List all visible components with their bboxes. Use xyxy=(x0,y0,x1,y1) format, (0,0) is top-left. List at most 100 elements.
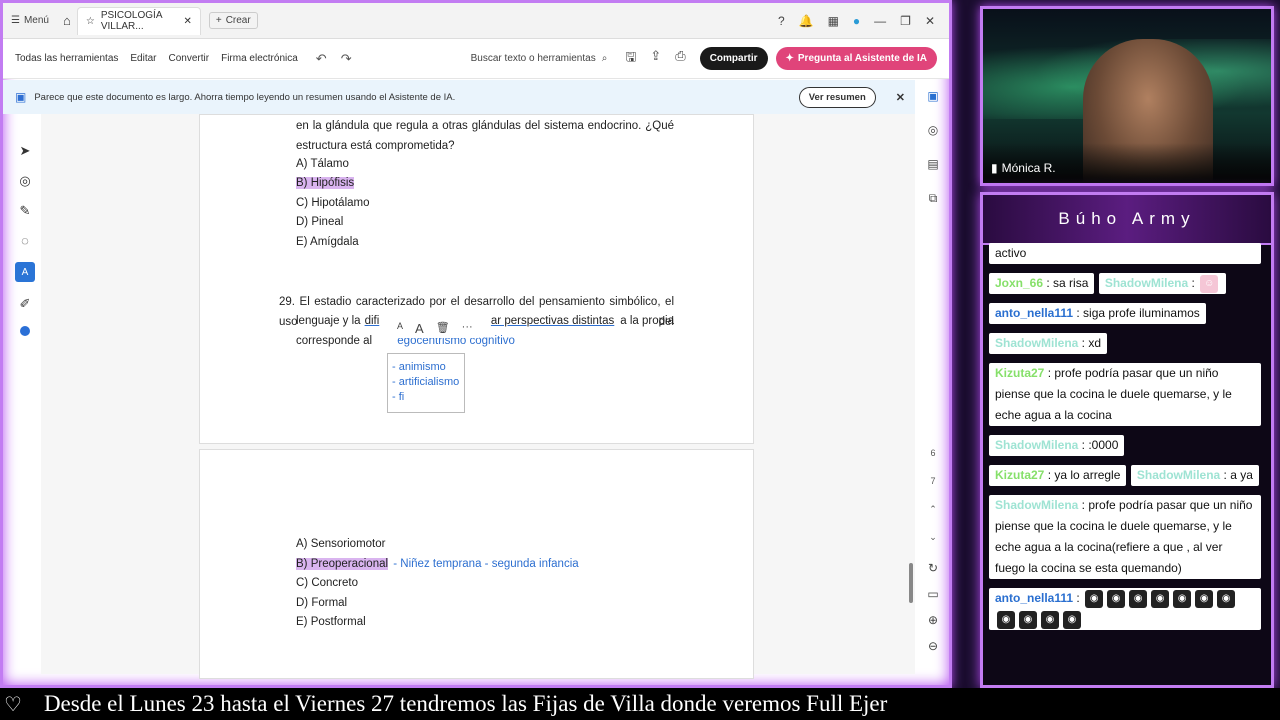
share-button[interactable]: Compartir xyxy=(699,47,768,70)
chat-message: ShadowMilena : :0000 xyxy=(989,435,1125,456)
signal-icon: ▮ xyxy=(991,161,998,175)
page-indicator: 6 7 ⌃ ⌄ xyxy=(921,439,945,551)
stamp-icon[interactable]: ✐ xyxy=(20,296,31,312)
comment-icon[interactable]: ◎ xyxy=(19,173,30,189)
left-toolbar: ➤ ◎ ✎ ◌ A ✐ xyxy=(11,127,39,375)
edit-menu[interactable]: Editar xyxy=(130,53,156,64)
page-next[interactable]: 7 xyxy=(921,467,945,495)
heart-icon: ♡ xyxy=(4,692,22,716)
ai-panel-icon[interactable]: ▣ xyxy=(927,89,938,103)
decrease-font-icon[interactable]: A xyxy=(397,321,403,336)
text-note-box[interactable]: - animismo - artificialismo - fi xyxy=(387,353,465,413)
chat-message: ShadowMilena : profe podría pasar que un… xyxy=(989,495,1261,579)
more-icon[interactable]: ··· xyxy=(462,321,473,336)
star-icon[interactable]: ☆ xyxy=(86,16,95,27)
chat-message: activo xyxy=(989,243,1261,264)
close-banner-icon[interactable]: ✕ xyxy=(896,91,905,104)
zoom-in-icon[interactable]: ⊕ xyxy=(928,613,938,627)
webcam-label: ▮ Mónica R. xyxy=(991,161,1056,175)
view-summary-button[interactable]: Ver resumen xyxy=(798,86,876,108)
q29-option-e: E) Postformal xyxy=(296,616,366,628)
help-icon[interactable]: ? xyxy=(778,14,785,28)
q28-option-b: B) Hipófisis xyxy=(296,177,355,189)
chat-message: anto_nella111 : ◉ ◉ ◉ ◉ ◉ ◉ ◉◉ ◉ ◉ ◉ xyxy=(989,588,1261,630)
emote-icon: ◉ xyxy=(1041,610,1059,629)
file-icon[interactable]: ▭ xyxy=(927,587,938,601)
close-window-icon[interactable]: ✕ xyxy=(925,14,935,28)
plus-icon: + xyxy=(215,15,222,26)
menu-button[interactable]: ☰ Menú xyxy=(3,15,57,26)
acrobat-toolbar: Todas las herramientas Editar Convertir … xyxy=(3,39,949,79)
upload-icon[interactable]: ⇪ xyxy=(650,48,661,70)
emote-icon: ◉ xyxy=(997,610,1015,629)
emote-icon: ◉ xyxy=(1085,589,1104,608)
emote-icon: ◉ xyxy=(1063,610,1081,629)
chat-message: anto_nella111 : siga profe iluminamos xyxy=(989,303,1206,324)
chat-message: Kizuta27 : ya lo arregle xyxy=(989,465,1127,486)
page-down-icon[interactable]: ⌄ xyxy=(921,523,945,551)
q28-option-c: C) Hipotálamo xyxy=(296,197,370,209)
increase-font-icon[interactable]: A xyxy=(415,321,424,336)
q29-option-b-row: B) Preoperacional - Niñez temprana - seg… xyxy=(296,558,579,570)
q29-option-a: A) Sensoriomotor xyxy=(296,538,386,550)
chat-overlay: Búho Army activo Joxn_66 : sa risa Shado… xyxy=(980,192,1274,688)
select-cursor-icon[interactable]: ➤ xyxy=(20,143,31,159)
all-tools-menu[interactable]: Todas las herramientas xyxy=(15,53,118,64)
esign-menu[interactable]: Firma electrónica xyxy=(221,53,298,64)
comments-panel-icon[interactable]: ◎ xyxy=(928,123,938,137)
text-tool-icon[interactable]: A xyxy=(15,262,35,282)
document-tab[interactable]: ☆ PSICOLOGÍA VILLAR... ✕ xyxy=(76,6,201,35)
close-tab-icon[interactable]: ✕ xyxy=(183,16,191,27)
pages-icon[interactable]: ⧉ xyxy=(929,191,938,206)
scrollbar[interactable] xyxy=(909,563,913,603)
pdf-viewer-window: ☰ Menú ⌂ ☆ PSICOLOGÍA VILLAR... ✕ + Crear ? … xyxy=(0,0,952,688)
document-ai-icon: ▣ xyxy=(15,90,27,104)
q28-option-e: E) Amígdala xyxy=(296,236,359,248)
chat-message: Joxn_66 : sa risa xyxy=(989,273,1095,294)
text-format-popup: A A 🗑 ··· xyxy=(391,319,479,338)
delete-icon[interactable]: 🗑 xyxy=(436,321,450,336)
emote-icon: ☺ xyxy=(1200,274,1219,293)
pdf-page-1 xyxy=(199,114,754,444)
hamburger-icon: ☰ xyxy=(11,15,20,26)
search-tools[interactable]: Buscar texto o herramientas ⌕ xyxy=(471,53,608,64)
q29-line2: lenguaje y la difi ar perspectivas disti… xyxy=(296,315,674,327)
zoom-out-icon[interactable]: ⊖ xyxy=(928,639,938,653)
zoom-controls: ↻ ▭ ⊕ ⊖ xyxy=(921,561,945,653)
ai-summary-banner: ▣ Parece que este documento es largo. Ah… xyxy=(3,80,915,114)
ai-assistant-button[interactable]: ✦ Pregunta al Asistente de IA xyxy=(775,47,937,70)
page-up-icon[interactable]: ⌃ xyxy=(921,495,945,523)
convert-menu[interactable]: Convertir xyxy=(169,53,210,64)
minimize-icon[interactable]: — xyxy=(874,14,886,28)
pen-icon[interactable]: ✎ xyxy=(20,203,31,219)
webcam-overlay: ▮ Mónica R. xyxy=(980,6,1274,186)
maximize-icon[interactable]: ❐ xyxy=(900,14,911,28)
chat-message: Kizuta27 : profe podría pasar que un niñ… xyxy=(989,363,1261,426)
q29-option-d: D) Formal xyxy=(296,597,348,609)
q28-text: en la glándula que regula a otras glándu… xyxy=(296,120,674,152)
search-icon: ⌕ xyxy=(601,53,608,64)
q28-option-a: A) Tálamo xyxy=(296,158,349,170)
lasso-icon[interactable]: ◌ xyxy=(21,233,29,248)
apps-icon[interactable]: ▦ xyxy=(828,14,839,28)
print-icon[interactable]: ⎙ xyxy=(675,48,685,70)
news-ticker: ♡ Desde el Lunes 23 hasta el Viernes 27 … xyxy=(0,688,1280,720)
q28-option-d: D) Pineal xyxy=(296,216,344,228)
emote-icon: ◉ xyxy=(1129,589,1148,608)
save-icon[interactable]: 🖫 xyxy=(625,48,636,70)
new-tab-button[interactable]: + Crear xyxy=(208,12,258,29)
undo-icon[interactable]: ↶ xyxy=(316,51,327,67)
refresh-icon[interactable]: ↻ xyxy=(928,561,938,575)
emote-icon: ◉ xyxy=(1195,589,1214,608)
profile-icon[interactable]: ● xyxy=(853,14,860,28)
chat-messages: activo Joxn_66 : sa risa ShadowMilena : … xyxy=(989,243,1265,639)
bell-icon[interactable]: 🔔 xyxy=(799,14,814,28)
redo-icon[interactable]: ↷ xyxy=(341,51,352,67)
home-icon[interactable]: ⌂ xyxy=(63,13,71,28)
emote-icon: ◉ xyxy=(1151,589,1170,608)
right-toolbar: ▣ ◎ ▤ ⧉ xyxy=(921,89,945,206)
color-picker-icon[interactable] xyxy=(20,326,30,336)
bookmarks-icon[interactable]: ▤ xyxy=(927,157,938,171)
ai-icon: ✦ xyxy=(785,53,794,64)
page-current[interactable]: 6 xyxy=(921,439,945,467)
